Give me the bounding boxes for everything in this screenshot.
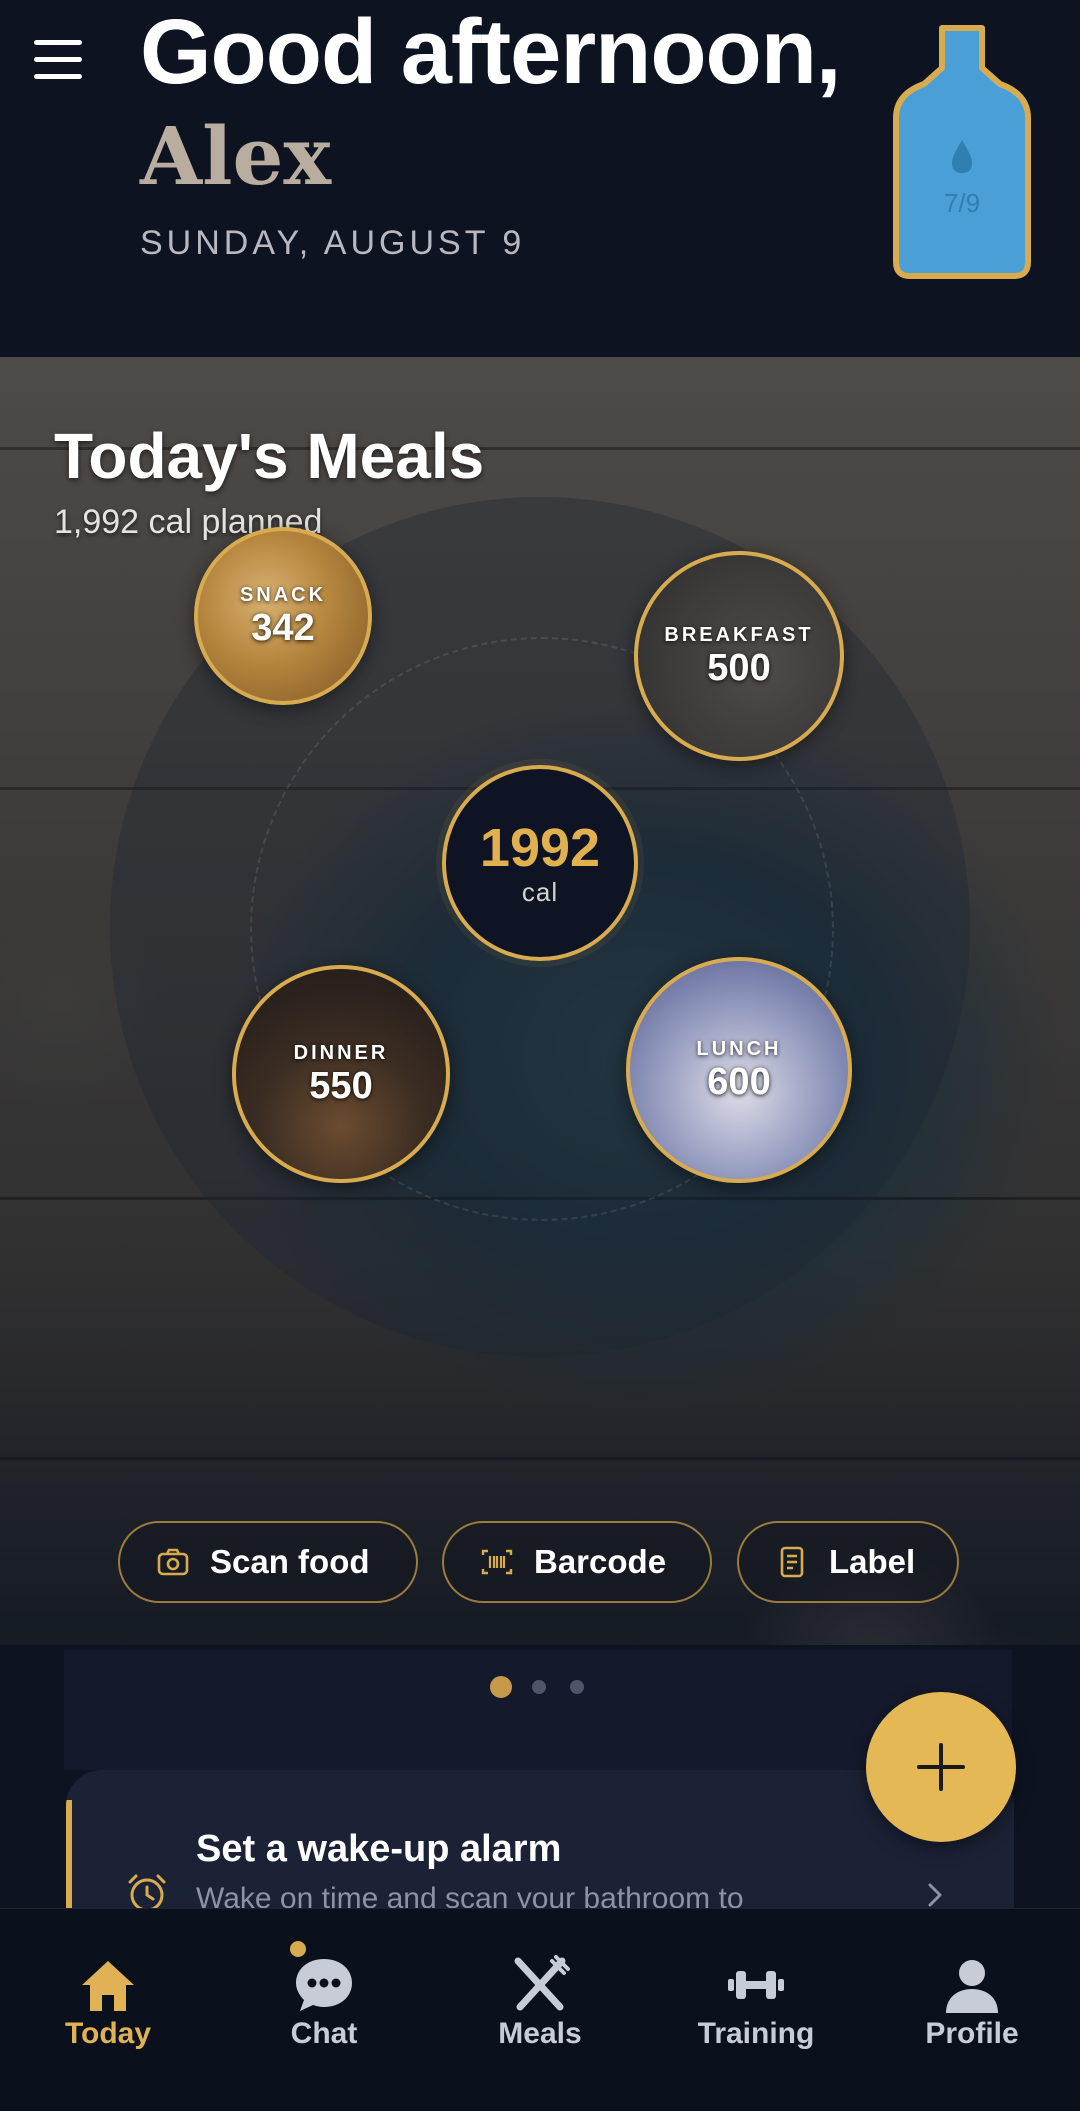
nav-training[interactable]: Training [648, 1909, 864, 2111]
page-dot-1[interactable] [490, 1676, 512, 1698]
label-button[interactable]: Label [737, 1521, 959, 1603]
total-calories-unit: cal [521, 876, 559, 907]
fork-knife-icon [514, 1955, 570, 2011]
meal-lunch[interactable]: LUNCH 600 [626, 957, 852, 1183]
meal-label: SNACK [239, 583, 327, 606]
meal-calories: 550 [309, 1064, 373, 1107]
nav-label: Chat [290, 2017, 358, 2050]
scan-food-button[interactable]: Scan food [118, 1521, 418, 1603]
user-name: Alex [140, 109, 332, 203]
meals-hero: Today's Meals 1,992 cal planned SNACK 34… [0, 357, 1080, 1645]
meal-snack[interactable]: SNACK 342 [194, 527, 372, 705]
menu-button[interactable] [34, 36, 82, 82]
date-label: SUNDAY, AUGUST 9 [140, 224, 526, 262]
meals-title: Today's Meals [54, 420, 485, 492]
home-icon [82, 1961, 134, 2011]
menu-icon-bar [34, 74, 82, 79]
meal-calories: 500 [707, 646, 771, 689]
barcode-button[interactable]: Barcode [442, 1521, 712, 1603]
total-calories[interactable]: 1992 cal [442, 765, 638, 961]
meal-dinner[interactable]: DINNER 550 [232, 965, 450, 1183]
chevron-right-icon [928, 1883, 942, 1907]
menu-icon [34, 40, 82, 45]
meal-label: BREAKFAST [664, 623, 814, 646]
nav-label: Profile [925, 2017, 1019, 2050]
nav-label: Meals [498, 2017, 582, 2050]
alarm-card-subtitle: Wake on time and scan your bathroom to [196, 1882, 744, 1910]
nav-label: Training [697, 2017, 815, 2050]
pagination-dots[interactable] [490, 1676, 608, 1698]
nav-label: Today [64, 2017, 152, 2050]
alarm-card-title: Set a wake-up alarm [196, 1828, 562, 1870]
water-bottle-icon[interactable]: 7/9 [890, 22, 1035, 280]
label-icon [780, 1546, 804, 1578]
meal-breakfast[interactable]: BREAKFAST 500 [634, 551, 844, 761]
meal-calories: 600 [707, 1060, 771, 1103]
scan-food-label: Scan food [210, 1543, 370, 1580]
label-label: Label [829, 1543, 916, 1580]
camera-icon [157, 1548, 189, 1576]
bottom-nav: Today Chat Meals Training Profile [0, 1908, 1080, 2111]
alarm-clock-icon [128, 1874, 166, 1910]
nav-chat[interactable]: Chat [216, 1909, 432, 2111]
meal-label: LUNCH [696, 1037, 782, 1060]
chat-icon [296, 1959, 352, 2011]
plus-icon [917, 1743, 965, 1791]
dumbbell-icon [728, 1971, 784, 1999]
page-dot-2[interactable] [532, 1680, 546, 1694]
page-dot-3[interactable] [570, 1680, 584, 1694]
nav-today[interactable]: Today [0, 1909, 216, 2111]
meal-calories: 342 [251, 606, 315, 649]
barcode-label: Barcode [534, 1543, 667, 1580]
menu-icon-bar [34, 57, 82, 62]
greeting: Good afternoon, [140, 1, 841, 103]
total-calories-value: 1992 [479, 817, 601, 878]
nav-meals[interactable]: Meals [432, 1909, 648, 2111]
nav-profile[interactable]: Profile [864, 1909, 1080, 2111]
header: Good afternoon, Alex SUNDAY, AUGUST 9 7/… [0, 0, 1080, 357]
water-count: 7/9 [944, 188, 980, 218]
meal-label: DINNER [293, 1041, 389, 1064]
add-button[interactable] [866, 1692, 1016, 1842]
barcode-icon [481, 1549, 513, 1575]
person-icon [946, 1960, 998, 2013]
